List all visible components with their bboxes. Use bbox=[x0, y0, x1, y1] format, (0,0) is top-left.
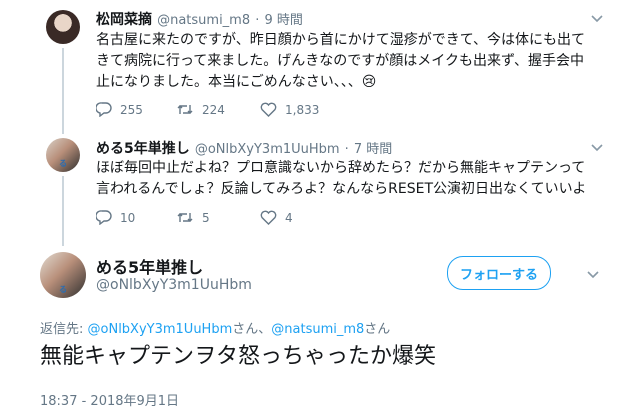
follow-button[interactable]: フォローする bbox=[447, 256, 551, 290]
tweet-text-line: 言われるんでしょ？反論してみろよ？なんならRESET公演初日出なくていいよ bbox=[96, 181, 587, 197]
tweet-time[interactable]: 9 時間 bbox=[264, 13, 302, 28]
reply-context: 返信先: @oNlbXyY3m1UuHbmさん、@natsumi_m8さん bbox=[40, 318, 390, 337]
like-count: 1,833 bbox=[285, 102, 320, 117]
tweet-text-line: 止になりました。本当にごめんなさい、、、😢 bbox=[96, 74, 377, 90]
chevron-down-icon[interactable] bbox=[591, 12, 603, 26]
tweet-text-line: ほぼ毎回中止だよね？プロ意識ないから辞めたら？だから無能キャプテンって bbox=[96, 160, 586, 176]
retweet-icon bbox=[176, 211, 194, 224]
reply-prefix: 返信先: bbox=[40, 322, 88, 337]
tweet-actions: 255 224 1,833 bbox=[96, 102, 319, 117]
reply-count: 10 bbox=[120, 210, 136, 225]
reply-button[interactable]: 255 bbox=[96, 102, 176, 117]
thread-line bbox=[62, 48, 64, 134]
chevron-down-icon[interactable] bbox=[587, 268, 599, 282]
like-button[interactable]: 4 bbox=[260, 210, 293, 225]
avatar-text: る bbox=[59, 285, 67, 294]
tweet-text: 名古屋に来たのですが、昨日顔から首にかけて湿疹ができて、今は体にも出て きて病院… bbox=[96, 30, 616, 93]
tweet-timestamp[interactable]: 18:37 - 2018年9月1日 bbox=[40, 390, 179, 409]
thread-line bbox=[62, 176, 64, 246]
tweet-text: ほぼ毎回中止だよね？プロ意識ないから辞めたら？だから無能キャプテンって 言われる… bbox=[96, 158, 616, 200]
like-count: 4 bbox=[285, 210, 293, 225]
separator-dot: · bbox=[344, 142, 349, 157]
heart-icon bbox=[260, 210, 277, 225]
reply-icon bbox=[96, 102, 112, 117]
avatar-text: る bbox=[59, 159, 67, 168]
reply-separator: さん、 bbox=[232, 322, 272, 337]
retweet-count: 224 bbox=[202, 102, 225, 117]
tweet-text: 無能キャプテンヲタ怒っちゃったか爆笑 bbox=[40, 344, 437, 369]
tweet-time[interactable]: 7 時間 bbox=[354, 142, 392, 157]
tweet-text-line: きて病院に行って来ました。げんきなのですが顔はメイクも出来ず、握手会中 bbox=[96, 53, 585, 69]
separator-dot: · bbox=[255, 13, 260, 28]
reply-count: 255 bbox=[120, 102, 143, 117]
reply-icon bbox=[96, 210, 112, 225]
reply-button[interactable]: 10 bbox=[96, 210, 176, 225]
user-handle[interactable]: @oNlbXyY3m1UuHbm bbox=[195, 142, 340, 157]
avatar[interactable] bbox=[46, 10, 80, 44]
like-button[interactable]: 1,833 bbox=[260, 102, 319, 117]
tweet-text-line: 名古屋に来たのですが、昨日顔から首にかけて湿疹ができて、今は体にも出て bbox=[96, 32, 586, 48]
reply-user-link[interactable]: @natsumi_m8 bbox=[271, 322, 364, 337]
retweet-button[interactable]: 5 bbox=[176, 211, 260, 225]
user-handle[interactable]: @natsumi_m8 bbox=[157, 13, 250, 28]
user-name[interactable]: める5年単推し bbox=[96, 141, 190, 157]
retweet-button[interactable]: 224 bbox=[176, 103, 260, 117]
user-handle[interactable]: @oNlbXyY3m1UuHbm bbox=[96, 277, 252, 293]
user-name[interactable]: める5年単推し bbox=[96, 254, 203, 278]
reply-user-link[interactable]: @oNlbXyY3m1UuHbm bbox=[88, 322, 233, 337]
user-name[interactable]: 松岡菜摘 bbox=[96, 12, 152, 28]
heart-icon bbox=[260, 102, 277, 117]
avatar[interactable]: る bbox=[46, 138, 80, 172]
retweet-count: 5 bbox=[202, 210, 210, 225]
avatar[interactable]: る bbox=[40, 252, 86, 298]
retweet-icon bbox=[176, 103, 194, 116]
tweet-actions: 10 5 4 bbox=[96, 210, 293, 225]
chevron-down-icon[interactable] bbox=[591, 141, 603, 155]
reply-suffix: さん bbox=[364, 322, 391, 337]
